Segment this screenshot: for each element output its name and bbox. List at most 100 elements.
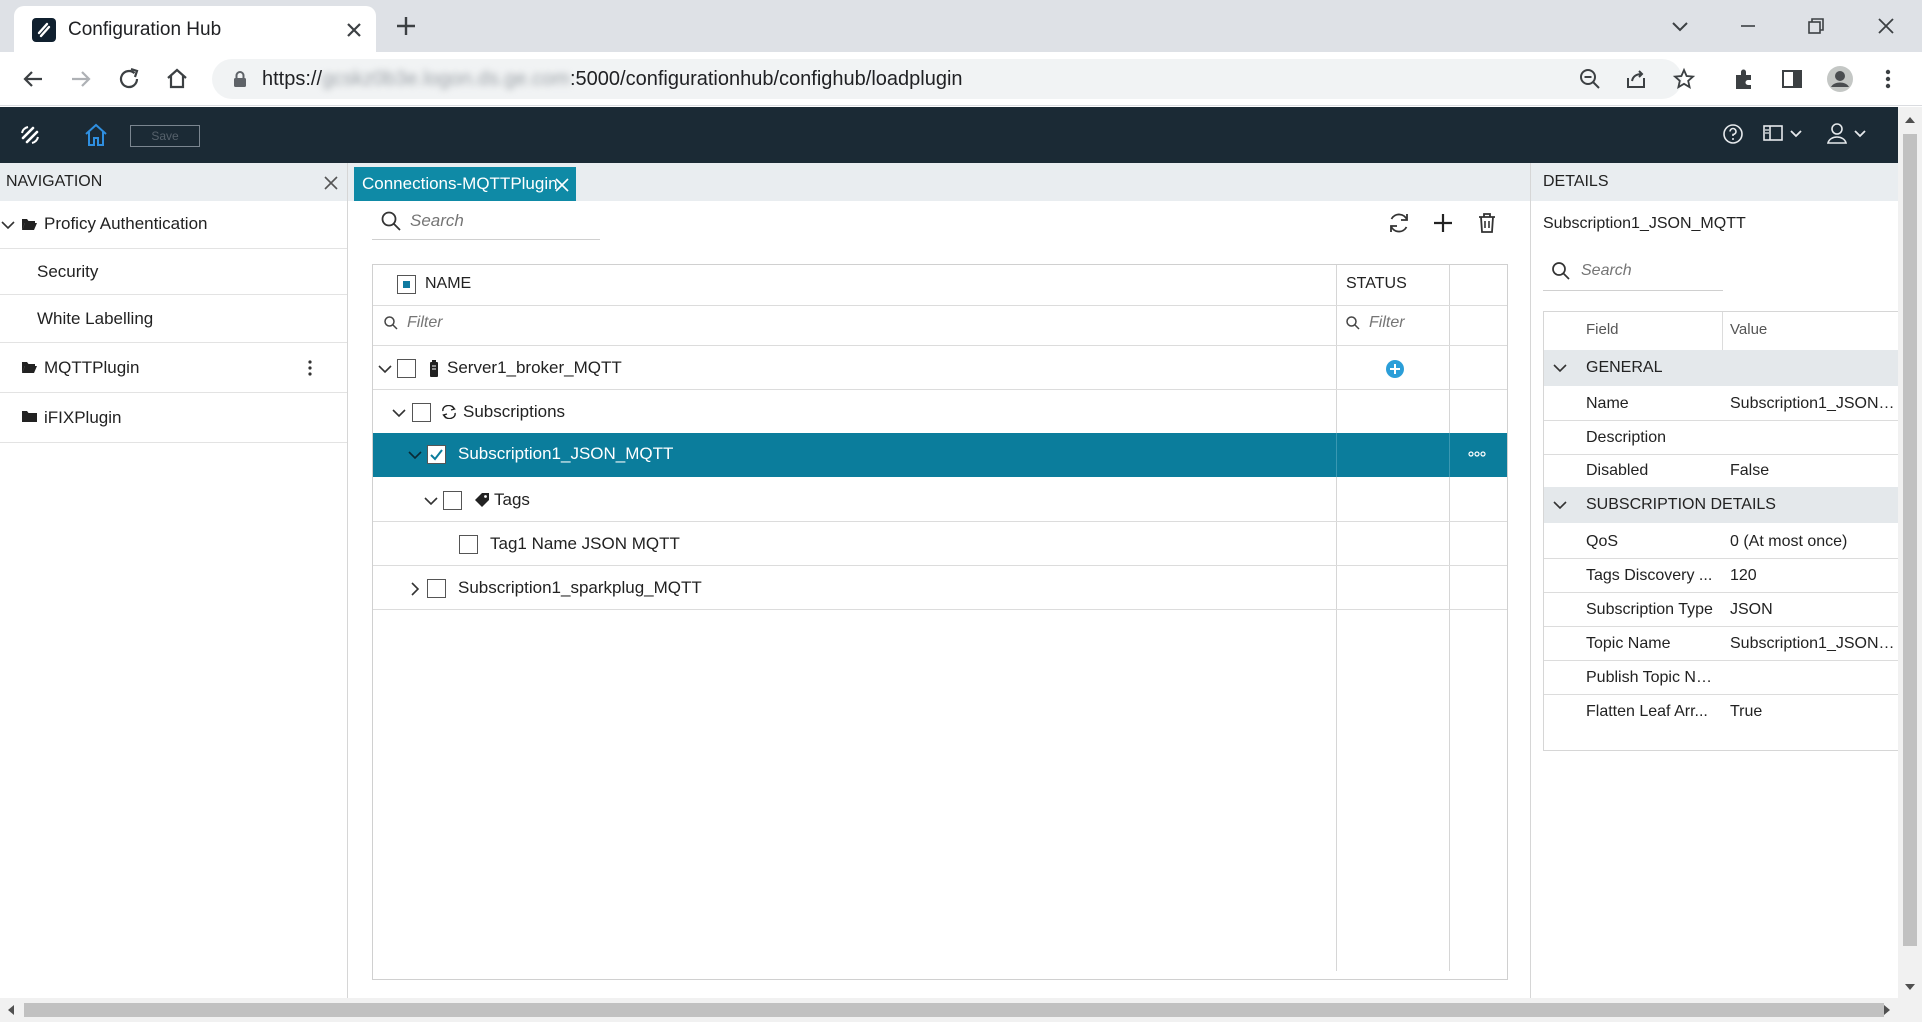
tab-close-icon[interactable] (340, 16, 368, 44)
chevron-down-icon[interactable] (0, 217, 16, 233)
restore-icon[interactable] (1800, 10, 1832, 42)
status-filter-input[interactable] (1369, 312, 1439, 334)
zoom-out-icon[interactable] (1578, 67, 1602, 91)
row-checkbox[interactable] (459, 535, 478, 554)
column-header-status[interactable]: STATUS (1346, 275, 1407, 293)
side-panel-icon[interactable] (1778, 65, 1806, 93)
row-label-server[interactable]: Server1_broker_MQTT (447, 358, 622, 378)
grid-search-input[interactable] (410, 208, 590, 234)
nav-item-proficy-authentication[interactable]: Proficy Authentication (0, 201, 347, 249)
bookmark-star-icon[interactable] (1672, 67, 1696, 91)
row-label-subscription-json[interactable]: Subscription1_JSON_MQTT (458, 444, 673, 464)
row-divider (1544, 558, 1899, 559)
column-header-name[interactable]: NAME (425, 275, 471, 293)
row-label-tags[interactable]: Tags (494, 490, 530, 510)
chevron-down-icon[interactable] (391, 405, 407, 421)
share-icon[interactable] (1624, 67, 1648, 91)
nav-item-security[interactable]: Security (0, 249, 347, 295)
profile-avatar-icon[interactable] (1826, 65, 1854, 93)
more-options-kebab-icon[interactable] (300, 358, 320, 378)
field-qos: QoS (1586, 533, 1619, 550)
browser-menu-kebab-icon[interactable] (1874, 65, 1902, 93)
horizontal-scroll-thumb[interactable] (24, 1003, 1884, 1017)
nav-item-ifixplugin[interactable]: iFIXPlugin (0, 393, 347, 443)
group-header-general[interactable]: GENERAL (1544, 350, 1899, 386)
row-label-tag1[interactable]: Tag1 Name JSON MQTT (490, 534, 680, 554)
forward-arrow-icon[interactable] (66, 64, 96, 94)
column-header-field: Field (1586, 321, 1619, 338)
chevron-down-icon[interactable] (1552, 497, 1568, 513)
row-checkbox[interactable] (427, 579, 446, 598)
chevron-down-icon[interactable] (407, 447, 423, 463)
refresh-icon[interactable] (1386, 210, 1412, 236)
user-menu-icon[interactable] (1826, 122, 1870, 146)
value-name[interactable]: Subscription1_JSON_MQTT (1730, 395, 1896, 413)
address-bar[interactable]: https://gcskz0b3e.logon.ds.ge.com:5000/c… (212, 59, 1696, 99)
properties-table: Field Value GENERAL Name Subscription1_J… (1543, 311, 1899, 751)
horizontal-scrollbar[interactable] (0, 998, 1922, 1022)
row-actions-ellipsis-icon[interactable] (1467, 447, 1487, 461)
details-search-input[interactable] (1581, 259, 1721, 283)
scroll-down-arrow-icon[interactable] (1904, 982, 1916, 992)
vertical-scrollbar[interactable] (1898, 107, 1922, 1000)
select-all-checkbox[interactable] (397, 275, 416, 294)
back-arrow-icon[interactable] (18, 64, 48, 94)
app-favicon-icon (32, 18, 56, 42)
value-disabled[interactable]: False (1730, 462, 1896, 480)
home-icon[interactable] (162, 64, 192, 94)
reload-icon[interactable] (114, 64, 144, 94)
chevron-down-icon[interactable] (423, 493, 439, 509)
close-tab-icon[interactable] (554, 177, 570, 193)
add-circle-icon[interactable] (1385, 359, 1405, 379)
table-row-selected[interactable]: Subscription1_JSON_MQTT (373, 433, 1507, 477)
tab-connections-mqttplugin[interactable]: Connections-MQTTPlugin (354, 167, 576, 201)
grid-search-box (372, 204, 600, 240)
vertical-scroll-thumb[interactable] (1903, 134, 1917, 946)
window-close-icon[interactable] (1870, 10, 1902, 42)
chevron-down-icon[interactable] (1552, 360, 1568, 376)
minimize-icon[interactable] (1732, 10, 1764, 42)
row-label-subscription-sparkplug[interactable]: Subscription1_sparkplug_MQTT (458, 578, 702, 598)
new-tab-icon[interactable] (392, 12, 420, 40)
value-tags-discovery[interactable]: 120 (1730, 567, 1896, 585)
extensions-puzzle-icon[interactable] (1730, 65, 1758, 93)
value-topic-name[interactable]: Subscription1_JSON_MQTT (1730, 635, 1896, 653)
app-logo-icon (16, 121, 44, 149)
chevron-down-icon[interactable] (377, 361, 393, 377)
name-filter-input[interactable] (407, 312, 1007, 334)
close-navigation-icon[interactable] (322, 174, 340, 192)
row-divider (373, 305, 1507, 306)
value-qos[interactable]: 0 (At most once) (1730, 533, 1896, 551)
value-subscription-type[interactable]: JSON (1730, 601, 1896, 619)
scroll-right-arrow-icon[interactable] (1882, 1004, 1892, 1016)
row-label-subscriptions[interactable]: Subscriptions (463, 402, 565, 422)
subscription-icon (441, 405, 457, 419)
browser-tab[interactable]: Configuration Hub (14, 6, 376, 52)
chevron-right-icon[interactable] (407, 581, 423, 597)
scroll-up-arrow-icon[interactable] (1904, 115, 1916, 125)
help-icon[interactable] (1722, 123, 1744, 145)
column-divider (1449, 433, 1450, 477)
lock-icon[interactable] (232, 70, 248, 88)
scroll-left-arrow-icon[interactable] (6, 1004, 16, 1016)
url-path: :5000/configurationhub/confighub/loadplu… (569, 68, 963, 90)
row-checkbox[interactable] (397, 359, 416, 378)
layout-menu-icon[interactable] (1762, 123, 1806, 145)
row-checkbox-checked[interactable] (427, 445, 446, 464)
row-checkbox[interactable] (443, 491, 462, 510)
save-button[interactable]: Save (130, 125, 200, 147)
row-checkbox[interactable] (412, 403, 431, 422)
nav-item-mqttplugin[interactable]: MQTTPlugin (0, 343, 347, 393)
nav-item-white-labelling[interactable]: White Labelling (0, 295, 347, 343)
field-topic-name: Topic Name (1586, 635, 1671, 652)
url-scheme: https:// (262, 68, 323, 90)
value-flatten-leaf-arrays[interactable]: True (1730, 703, 1896, 721)
group-header-subscription-details[interactable]: SUBSCRIPTION DETAILS (1544, 487, 1899, 523)
home-icon[interactable] (82, 121, 110, 149)
details-selected-item: Subscription1_JSON_MQTT (1543, 215, 1746, 232)
nav-item-label: White Labelling (37, 309, 154, 328)
url-text[interactable]: https://gcskz0b3e.logon.ds.ge.com:5000/c… (262, 68, 963, 91)
tab-search-chevron-icon[interactable] (1664, 10, 1696, 42)
delete-trash-icon[interactable] (1474, 210, 1500, 236)
add-icon[interactable] (1430, 210, 1456, 236)
